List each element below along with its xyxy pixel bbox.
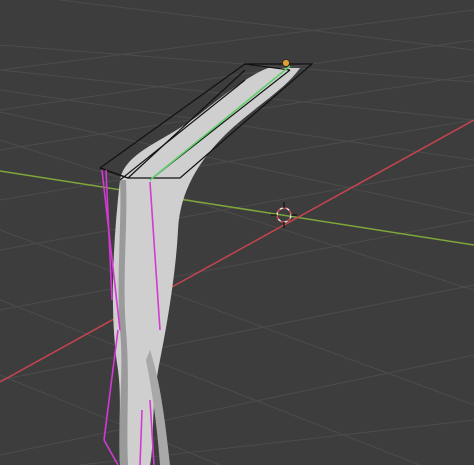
light-icon[interactable] [282, 59, 290, 67]
3d-viewport[interactable] [0, 0, 474, 465]
viewport-canvas[interactable] [0, 0, 474, 465]
